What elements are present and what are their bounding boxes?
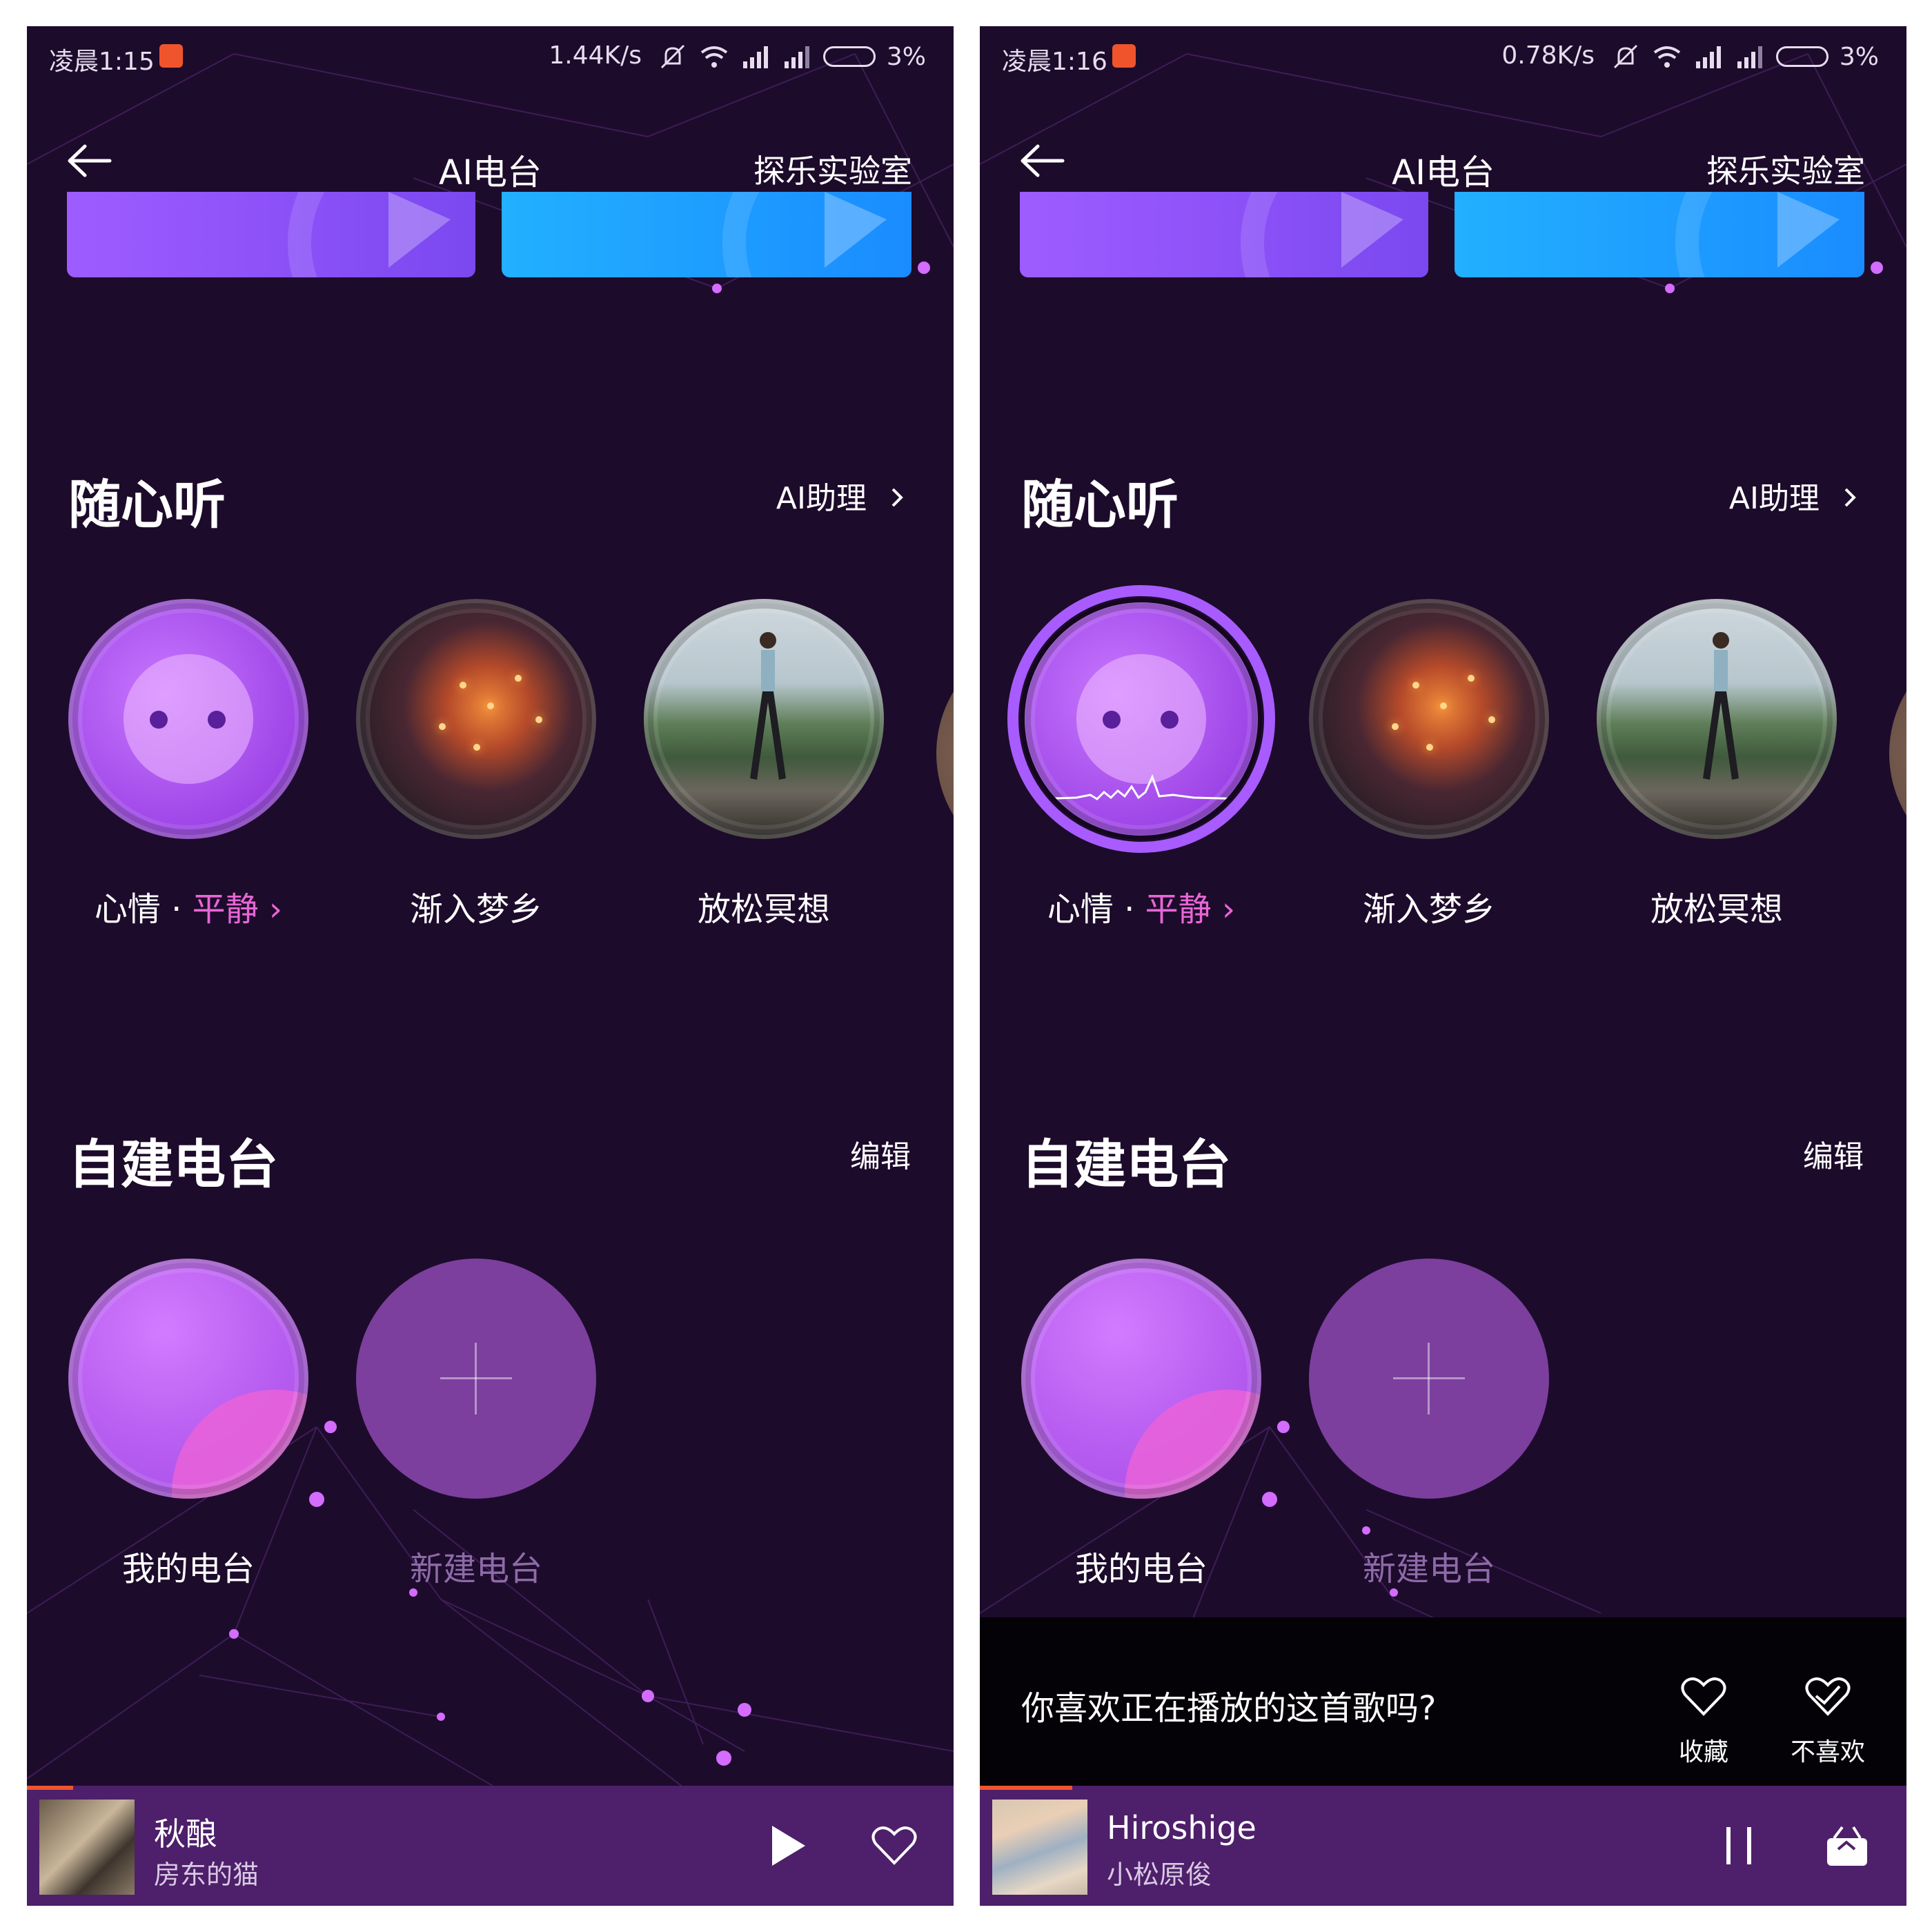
wifi-icon (700, 46, 728, 68)
mood-label[interactable]: 心情 · 平静 › (996, 882, 1286, 930)
ai-assistant-link[interactable]: AI助理 (1729, 473, 1864, 518)
mood-chevron: › (1211, 890, 1236, 929)
track-artist: 房东的猫 (154, 1860, 259, 1890)
battery-icon (1775, 46, 1828, 67)
battery-level: 3% (1839, 42, 1879, 71)
sleep-label: 渐入梦乡 (409, 890, 542, 929)
meditation-label: 放松冥想 (1650, 890, 1783, 929)
chevron-right-icon (1844, 488, 1856, 507)
yoga-figure (750, 632, 786, 780)
playing-ring (1007, 585, 1275, 853)
mood-disc[interactable] (68, 599, 308, 839)
sleep-disc[interactable] (356, 599, 596, 839)
mood-prefix: 心情 · (94, 890, 193, 929)
banner-card-blue[interactable] (502, 192, 911, 277)
network-speed: 0.78K/s (1501, 41, 1595, 70)
heart-icon (1681, 1677, 1726, 1716)
dislike-heart-icon (1805, 1677, 1851, 1716)
network-speed: 1.44K/s (549, 41, 642, 70)
mini-player[interactable]: 秋酿 房东的猫 (27, 1786, 954, 1906)
top-bar: AI电台 探乐实验室 (27, 109, 954, 193)
battery-icon (822, 46, 876, 67)
heart-icon[interactable] (870, 1822, 918, 1870)
track-title: Hiroshige (1107, 1809, 1256, 1846)
ai-assistant-link[interactable]: AI助理 (776, 473, 911, 518)
status-time: 凌晨1:15 (49, 48, 155, 76)
edit-link[interactable]: 编辑 (850, 1132, 911, 1176)
track-title: 秋酿 (154, 1815, 217, 1853)
lab-link[interactable]: 探乐实验室 (753, 146, 912, 192)
pause-icon[interactable] (1715, 1822, 1764, 1870)
chevron-right-icon (891, 488, 903, 507)
dislike-button[interactable]: 不喜欢 (1776, 1659, 1880, 1766)
mood-face-icon (124, 654, 253, 784)
battery-level: 3% (886, 42, 926, 71)
mood-value: 平静 (192, 890, 259, 929)
section-title-casual: 随心听 (68, 474, 226, 535)
section-title-custom: 自建电台 (68, 1134, 278, 1195)
sleep-label: 渐入梦乡 (1362, 890, 1495, 929)
feedback-panel: 你喜欢正在播放的这首歌吗? 收藏 不喜欢 (980, 1617, 1906, 1795)
edit-link[interactable]: 编辑 (1803, 1132, 1864, 1176)
partial-disc[interactable] (936, 633, 954, 874)
section-title-casual: 随心听 (1021, 474, 1179, 535)
mood-chevron: › (258, 890, 283, 929)
mood-value: 平静 (1145, 890, 1212, 929)
banner-card-purple[interactable] (1020, 192, 1428, 277)
my-radio-disc[interactable] (1021, 1259, 1261, 1499)
phone-screen-right: 凌晨1:16 0.78K/s 3% AI电台 探乐实验室 随心听 AI助理 心情… (980, 26, 1906, 1906)
new-radio-label: 新建电台 (1362, 1550, 1495, 1588)
sleep-disc[interactable] (1309, 599, 1549, 839)
album-cover (39, 1800, 135, 1895)
mini-player[interactable]: Hiroshige 小松原俊 (980, 1786, 1906, 1906)
play-icon[interactable] (762, 1822, 811, 1870)
playback-progress (27, 1786, 73, 1790)
notification-icon (1112, 44, 1136, 68)
mute-icon (1613, 44, 1637, 69)
mute-icon (660, 44, 684, 69)
radio-icon[interactable] (1823, 1822, 1871, 1870)
wifi-icon (1653, 46, 1681, 68)
my-radio-label: 我的电台 (1074, 1550, 1208, 1588)
partial-disc[interactable] (1889, 633, 1906, 874)
signal-icon-2 (1737, 46, 1762, 68)
lab-link[interactable]: 探乐实验室 (1706, 146, 1865, 192)
album-cover (992, 1800, 1087, 1895)
banner-card-blue[interactable] (1455, 192, 1864, 277)
ai-assistant-label: AI助理 (776, 481, 867, 516)
ai-assistant-label: AI助理 (1728, 481, 1820, 516)
collect-button[interactable]: 收藏 (1652, 1659, 1755, 1766)
new-radio-disc[interactable] (1309, 1259, 1549, 1499)
constellation-background (27, 53, 954, 1821)
meditation-disc[interactable] (1597, 599, 1837, 839)
signal-icon (1695, 46, 1721, 68)
meditation-disc[interactable] (644, 599, 884, 839)
mood-label[interactable]: 心情 · 平静 › (43, 882, 333, 930)
status-time: 凌晨1:16 (1002, 48, 1107, 76)
section-title-custom: 自建电台 (1021, 1134, 1231, 1195)
mood-prefix: 心情 · (1047, 890, 1145, 929)
meditation-label: 放松冥想 (697, 890, 830, 929)
new-radio-label: 新建电台 (409, 1550, 542, 1588)
phone-screen-left: 凌晨1:15 1.44K/s 3% AI电台 探乐实验室 随心听 AI助理 心情… (27, 26, 954, 1906)
new-radio-disc[interactable] (356, 1259, 596, 1499)
collect-label: 收藏 (1678, 1738, 1728, 1766)
dislike-label: 不喜欢 (1790, 1738, 1865, 1766)
my-radio-disc[interactable] (68, 1259, 308, 1499)
notification-icon (159, 44, 183, 68)
feedback-question: 你喜欢正在播放的这首歌吗? (1021, 1689, 1437, 1728)
signal-icon (742, 46, 768, 68)
signal-icon-2 (784, 46, 809, 68)
status-bar: 凌晨1:15 1.44K/s 3% (27, 26, 954, 87)
my-radio-label: 我的电台 (121, 1550, 255, 1588)
banner-card-purple[interactable] (67, 192, 475, 277)
yoga-figure (1703, 632, 1739, 780)
top-bar: AI电台 探乐实验室 (980, 109, 1906, 193)
track-artist: 小松原俊 (1107, 1860, 1212, 1890)
playback-progress (980, 1786, 1072, 1790)
status-bar: 凌晨1:16 0.78K/s 3% (980, 26, 1906, 87)
